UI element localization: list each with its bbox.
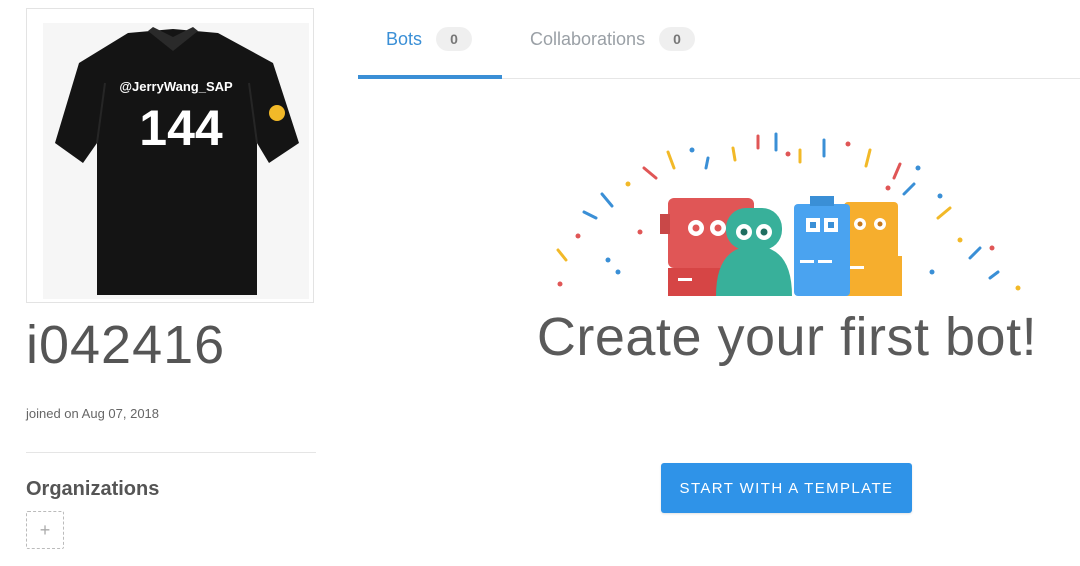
tab-collaborations[interactable]: Collaborations 0 [530, 0, 720, 78]
add-organization-button[interactable]: + [26, 511, 64, 549]
tab-bots-count: 0 [436, 27, 473, 51]
tab-bots[interactable]: Bots 0 [358, 0, 502, 79]
plus-icon: + [39, 519, 51, 540]
shirt-number: 144 [139, 100, 223, 156]
tab-bots-label: Bots [386, 28, 423, 49]
avatar-card: @JerryWang_SAP 144 [26, 8, 314, 303]
divider [26, 452, 316, 453]
organizations-title: Organizations [26, 478, 160, 500]
empty-state-headline: Create your first bot! [536, 307, 1038, 367]
joined-date: joined on Aug 07, 2018 [26, 406, 160, 421]
avatar: @JerryWang_SAP 144 [43, 23, 309, 299]
tab-bar: Bots 0 Collaborations 0 [358, 0, 1080, 79]
profile-sidebar: @JerryWang_SAP 144 i042416 joined on Aug… [26, 8, 316, 549]
tab-collaborations-label: Collaborations [530, 28, 646, 49]
tab-collaborations-count: 0 [659, 27, 696, 51]
username: i042416 [26, 315, 226, 375]
start-with-template-button[interactable]: START WITH A TEMPLATE [661, 463, 912, 513]
bots-illustration [548, 128, 1028, 303]
tshirt-image: @JerryWang_SAP 144 [43, 23, 309, 299]
robots-confetti-image [556, 132, 1021, 296]
shirt-handle: @JerryWang_SAP [119, 79, 233, 94]
